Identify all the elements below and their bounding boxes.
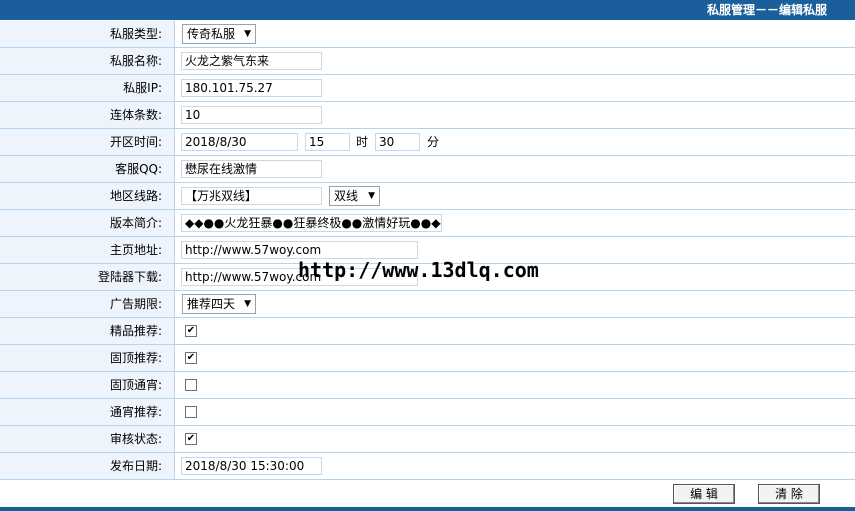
publish-date-label: 发布日期:	[0, 453, 175, 479]
edit-button[interactable]: 编 辑	[673, 484, 735, 504]
pinned-overnight-label: 固顶通宵:	[0, 372, 175, 398]
region-label: 地区线路:	[0, 183, 175, 209]
row-server-type: 私服类型: 传奇私服 ▼	[0, 21, 855, 48]
hour-unit: 时	[356, 135, 369, 149]
row-rows: 连体条数: 10	[0, 102, 855, 129]
minute-unit: 分	[427, 135, 440, 149]
homepage-input[interactable]: http://www.57woy.com	[181, 241, 418, 259]
overnight-checkbox[interactable]	[185, 406, 197, 418]
line-value: 双线	[334, 189, 359, 203]
pinned-overnight-checkbox[interactable]	[185, 379, 197, 391]
rows-label: 连体条数:	[0, 102, 175, 128]
intro-input[interactable]: ◆◆●●火龙狂暴●●狂暴终极●●激情好玩●●◆◆	[181, 214, 442, 232]
server-ip-input[interactable]: 180.101.75.27	[181, 79, 322, 97]
row-server-name: 私服名称: 火龙之紫气东来	[0, 48, 855, 75]
line-select[interactable]: 双线 ▼	[329, 186, 380, 206]
open-hour-input[interactable]: 15	[305, 133, 350, 151]
publish-date-input[interactable]: 2018/8/30 15:30:00	[181, 457, 322, 475]
pinned-checkbox[interactable]: ✔	[185, 352, 197, 364]
ad-period-value: 推荐四天	[187, 297, 236, 311]
review-checkbox[interactable]: ✔	[185, 433, 197, 445]
edit-server-form: 私服类型: 传奇私服 ▼ 私服名称: 火龙之紫气东来 私服IP: 180.101…	[0, 21, 855, 480]
homepage-label: 主页地址:	[0, 237, 175, 263]
chevron-down-icon: ▼	[244, 29, 251, 39]
ad-period-label: 广告期限:	[0, 291, 175, 317]
overnight-label: 通宵推荐:	[0, 399, 175, 425]
row-qq: 客服QQ: 懋尿在线激情	[0, 156, 855, 183]
ad-period-select[interactable]: 推荐四天 ▼	[182, 294, 256, 314]
chevron-down-icon: ▼	[244, 299, 251, 309]
qq-label: 客服QQ:	[0, 156, 175, 182]
qq-input[interactable]: 懋尿在线激情	[181, 160, 322, 178]
page-title: 私服管理－－编辑私服	[0, 0, 855, 20]
pinned-label: 固顶推荐:	[0, 345, 175, 371]
download-label: 登陆器下载:	[0, 264, 175, 290]
row-intro: 版本简介: ◆◆●●火龙狂暴●●狂暴终极●●激情好玩●●◆◆	[0, 210, 855, 237]
chevron-down-icon: ▼	[368, 191, 375, 201]
server-type-select[interactable]: 传奇私服 ▼	[182, 24, 256, 44]
server-type-value: 传奇私服	[187, 27, 236, 41]
row-ad-period: 广告期限: 推荐四天 ▼	[0, 291, 855, 318]
row-review: 审核状态: ✔	[0, 426, 855, 453]
intro-label: 版本简介:	[0, 210, 175, 236]
row-open-time: 开区时间: 2018/8/30 15 时 30 分	[0, 129, 855, 156]
row-pinned: 固顶推荐: ✔	[0, 345, 855, 372]
row-pinned-overnight: 固顶通宵:	[0, 372, 855, 399]
server-type-label: 私服类型:	[0, 21, 175, 47]
featured-checkbox[interactable]: ✔	[185, 325, 197, 337]
open-date-input[interactable]: 2018/8/30	[181, 133, 298, 151]
server-name-label: 私服名称:	[0, 48, 175, 74]
server-name-input[interactable]: 火龙之紫气东来	[181, 52, 322, 70]
form-footer: 编 辑 清 除	[0, 481, 855, 511]
featured-label: 精品推荐:	[0, 318, 175, 344]
open-time-label: 开区时间:	[0, 129, 175, 155]
clear-button[interactable]: 清 除	[758, 484, 820, 504]
rows-input[interactable]: 10	[181, 106, 322, 124]
open-minute-input[interactable]: 30	[375, 133, 420, 151]
watermark-text: http://www.13dlq.com	[298, 258, 539, 282]
row-overnight: 通宵推荐:	[0, 399, 855, 426]
review-label: 审核状态:	[0, 426, 175, 452]
row-featured: 精品推荐: ✔	[0, 318, 855, 345]
region-input[interactable]: 【万兆双线】	[181, 187, 322, 205]
row-publish-date: 发布日期: 2018/8/30 15:30:00	[0, 453, 855, 480]
row-server-ip: 私服IP: 180.101.75.27	[0, 75, 855, 102]
row-region: 地区线路: 【万兆双线】 双线 ▼	[0, 183, 855, 210]
server-ip-label: 私服IP:	[0, 75, 175, 101]
